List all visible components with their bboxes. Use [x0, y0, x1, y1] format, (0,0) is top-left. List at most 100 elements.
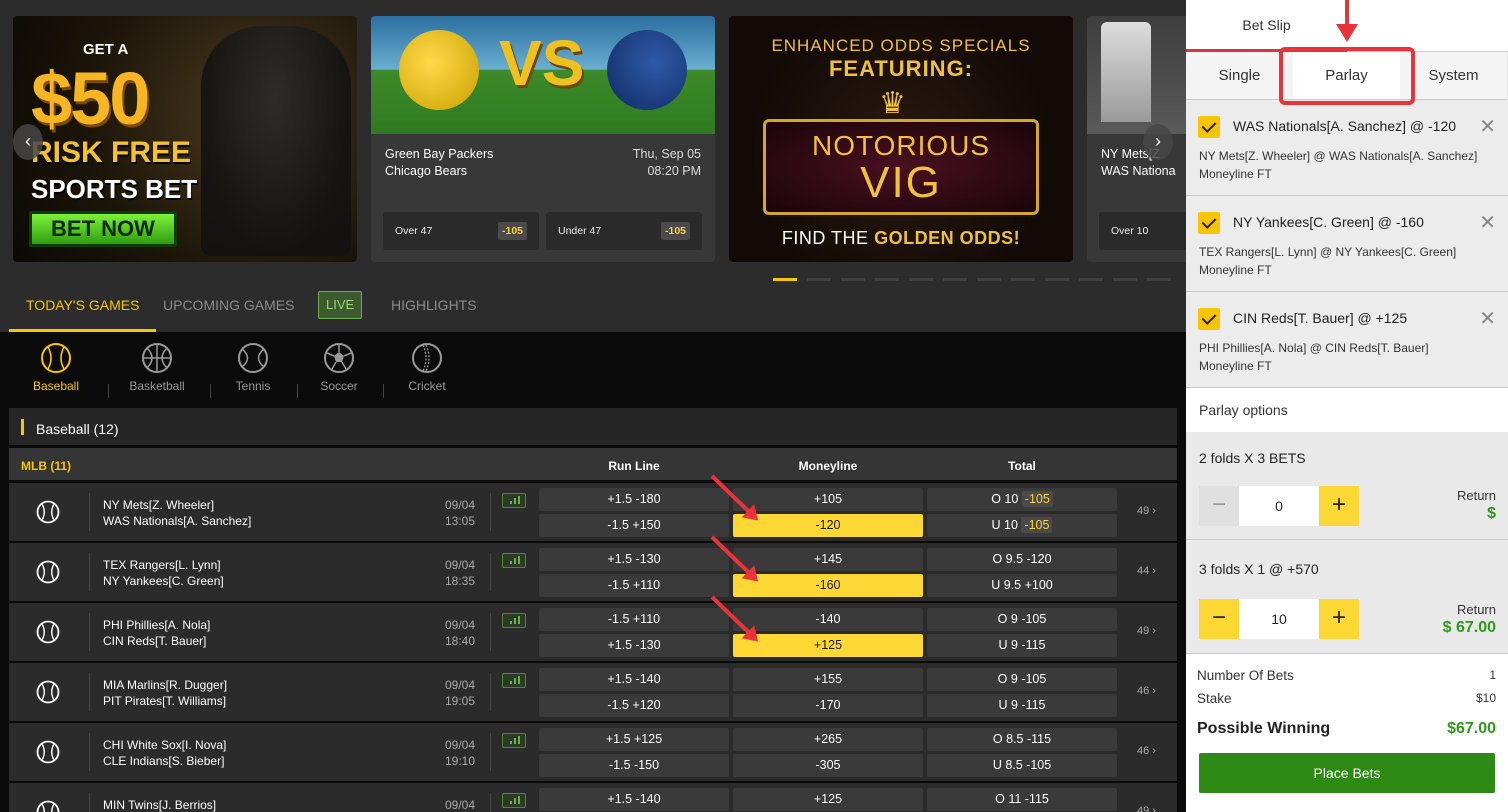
bet-slip-title[interactable]: Bet Slip — [1186, 0, 1347, 52]
odds-moneyline[interactable]: +265 — [733, 728, 923, 751]
featured-game-card[interactable]: VS Green Bay Packers Chicago Bears Thu, … — [371, 16, 715, 262]
odds-total[interactable]: O 11 -115 — [927, 788, 1117, 811]
sport-soccer[interactable]: Soccer — [294, 342, 384, 393]
odds-run-line[interactable]: -1.5 -150 — [539, 754, 729, 777]
odds-run-line[interactable]: -1.5 +150 — [539, 514, 729, 537]
odds-moneyline[interactable]: -170 — [733, 694, 923, 717]
odds-moneyline[interactable]: +155 — [733, 668, 923, 691]
over-odds-button[interactable]: Over 47 -105 — [383, 212, 539, 250]
sport-cricket[interactable]: Cricket — [382, 342, 472, 393]
odds-total[interactable]: U 9 -115 — [927, 634, 1117, 657]
bet-checkbox[interactable] — [1198, 116, 1220, 138]
league-header[interactable]: MLB (11) Run Line Moneyline Total — [9, 448, 1177, 480]
more-markets-link[interactable]: 49 › — [1137, 805, 1156, 812]
odds-moneyline[interactable]: -305 — [733, 754, 923, 777]
more-markets-link[interactable]: 46 › — [1137, 745, 1156, 757]
carousel-dot[interactable] — [1045, 278, 1069, 281]
carousel-prev-button[interactable]: ‹ — [13, 124, 43, 160]
odds-total[interactable]: O 9 -105 — [927, 608, 1117, 631]
odds-total[interactable]: U 9.5 +100 — [927, 574, 1117, 597]
odds-total[interactable]: O 8.5 -115 — [927, 728, 1117, 751]
sport-basketball[interactable]: Basketball — [112, 342, 202, 393]
more-markets-link[interactable]: 46 › — [1137, 685, 1156, 697]
carousel-dot[interactable] — [841, 278, 865, 281]
promo-banner-risk-free[interactable]: GET A $50 RISK FREE SPORTS BET BET NOW — [13, 16, 357, 262]
minus-button[interactable]: − — [1199, 599, 1239, 639]
plus-button[interactable]: + — [1319, 486, 1359, 526]
stats-icon[interactable] — [502, 493, 526, 508]
minus-button[interactable]: − — [1199, 486, 1239, 526]
place-bets-button[interactable]: Place Bets — [1199, 753, 1495, 793]
more-markets-link[interactable]: 49 › — [1137, 625, 1156, 637]
bet-checkbox[interactable] — [1198, 308, 1220, 330]
odds-moneyline[interactable]: -140 — [733, 608, 923, 631]
stats-icon[interactable] — [502, 613, 526, 628]
odds-total[interactable]: U 10 -105 — [927, 514, 1117, 537]
carousel-dot[interactable] — [1079, 278, 1103, 281]
carousel-dot[interactable] — [977, 278, 1001, 281]
under-odds-button[interactable]: Under 47 -105 — [546, 212, 702, 250]
carousel-next-button[interactable]: › — [1143, 124, 1173, 160]
stake-input[interactable]: 0 — [1239, 486, 1319, 526]
tab-upcoming-games[interactable]: UPCOMING GAMES — [163, 288, 294, 332]
odds-total[interactable]: U 9 -115 — [927, 694, 1117, 717]
carousel-dot[interactable] — [773, 278, 797, 281]
matchup[interactable]: CHI White Sox[I. Nova] CLE Indians[S. Bie… — [103, 737, 226, 769]
odds-run-line[interactable]: -1.5 +110 — [539, 574, 729, 597]
odds-run-line[interactable]: +1.5 -140 — [539, 668, 729, 691]
table-row[interactable]: MIA Marlins[R. Dugger] PIT Pirates[T. Wil… — [9, 663, 1177, 721]
carousel-dot[interactable] — [1147, 278, 1171, 281]
more-markets-link[interactable]: 44 › — [1137, 565, 1156, 577]
odds-moneyline[interactable]: +145 — [733, 548, 923, 571]
table-row[interactable]: CHI White Sox[I. Nova] CLE Indians[S. Bie… — [9, 723, 1177, 781]
matchup[interactable]: MIA Marlins[R. Dugger] PIT Pirates[T. Wil… — [103, 677, 227, 709]
tab-single[interactable]: Single — [1186, 52, 1293, 100]
over-odds-button[interactable]: Over 10 — [1099, 212, 1186, 250]
stats-icon[interactable] — [502, 673, 526, 688]
matchup[interactable]: MIN Twins[J. Berrios] — [103, 797, 216, 812]
odds-moneyline[interactable]: +105 — [733, 488, 923, 511]
odds-moneyline[interactable]: +125 — [733, 788, 923, 811]
matchup[interactable]: NY Mets[Z. Wheeler] WAS Nationals[A. Sanc… — [103, 497, 251, 529]
tab-system[interactable]: System — [1400, 52, 1507, 100]
bet-checkbox[interactable] — [1198, 212, 1220, 234]
odds-total[interactable]: O 9.5 -120 — [927, 548, 1117, 571]
carousel-dot[interactable] — [943, 278, 967, 281]
carousel-dot[interactable] — [909, 278, 933, 281]
stats-icon[interactable] — [502, 793, 526, 808]
close-icon[interactable]: ✕ — [1479, 306, 1496, 331]
close-icon[interactable]: ✕ — [1479, 114, 1496, 139]
tab-todays-games[interactable]: TODAY'S GAMES — [9, 288, 157, 332]
odds-run-line[interactable]: +1.5 -180 — [539, 488, 729, 511]
carousel-dot[interactable] — [1113, 278, 1137, 281]
carousel-dot[interactable] — [875, 278, 899, 281]
sport-tennis[interactable]: Tennis — [208, 342, 298, 393]
matchup[interactable]: PHI Phillies[A. Nola] CIN Reds[T. Bauer] — [103, 617, 210, 649]
odds-total[interactable]: U 8.5 -105 — [927, 754, 1117, 777]
stats-icon[interactable] — [502, 553, 526, 568]
odds-moneyline[interactable]: -120 — [733, 514, 923, 537]
odds-run-line[interactable]: -1.5 +120 — [539, 694, 729, 717]
category-header[interactable]: Baseball (12) — [9, 408, 1177, 445]
tab-live[interactable]: LIVE — [318, 291, 363, 319]
stake-input[interactable]: 10 — [1239, 599, 1319, 639]
bet-now-button[interactable]: BET NOW — [29, 211, 177, 247]
matchup[interactable]: TEX Rangers[L. Lynn] NY Yankees[C. Green] — [103, 557, 224, 589]
carousel-dot[interactable] — [1011, 278, 1035, 281]
odds-total[interactable]: O 10 -105 — [927, 488, 1117, 511]
table-row[interactable]: NY Mets[Z. Wheeler] WAS Nationals[A. Sanc… — [9, 483, 1177, 541]
close-icon[interactable]: ✕ — [1479, 210, 1496, 235]
plus-button[interactable]: + — [1319, 599, 1359, 639]
odds-run-line[interactable]: -1.5 +110 — [539, 608, 729, 631]
odds-run-line[interactable]: +1.5 +125 — [539, 728, 729, 751]
odds-run-line[interactable]: +1.5 -140 — [539, 788, 729, 811]
carousel-dot[interactable] — [807, 278, 831, 281]
sport-baseball[interactable]: Baseball — [11, 342, 101, 393]
table-row[interactable]: TEX Rangers[L. Lynn] NY Yankees[C. Green]… — [9, 543, 1177, 601]
odds-total[interactable]: O 9 -105 — [927, 668, 1117, 691]
tab-highlights[interactable]: HIGHLIGHTS — [391, 288, 477, 332]
table-row[interactable]: MIN Twins[J. Berrios] 09/04 +1.5 -140 +125 O… — [9, 783, 1177, 812]
odds-run-line[interactable]: +1.5 -130 — [539, 634, 729, 657]
promo-banner-enhanced-odds[interactable]: ENHANCED ODDS SPECIALS FEATURING: ♛ NOTO… — [729, 16, 1073, 262]
odds-run-line[interactable]: +1.5 -130 — [539, 548, 729, 571]
